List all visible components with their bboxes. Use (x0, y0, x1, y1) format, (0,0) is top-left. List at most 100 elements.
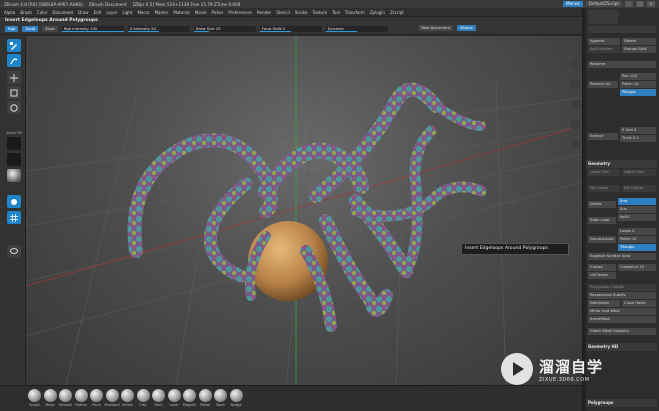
brush-icon[interactable] (74, 389, 88, 402)
subtool-slot[interactable] (588, 26, 656, 33)
delete-button[interactable]: Delete (622, 38, 656, 45)
menu-item[interactable]: Color (37, 10, 47, 15)
extract-button[interactable]: Extract (588, 133, 618, 140)
reuv-toggle[interactable]: ReUV (618, 214, 656, 221)
menus-button[interactable]: Menus (562, 1, 583, 7)
check-mesh-button[interactable]: Check Mesh Integrity (588, 328, 656, 335)
move-icon[interactable] (7, 71, 21, 84)
menu-item[interactable]: Macro (137, 10, 149, 15)
equalize-surface-button[interactable]: Equalize Surface Area (588, 253, 656, 260)
toolbar-slider[interactable]: Draw Size 25 (193, 25, 256, 32)
minimize-icon[interactable]: – (625, 1, 633, 7)
toolbar-toggle[interactable]: Zsub (42, 25, 58, 32)
higher-res-button[interactable]: Higher Res (622, 169, 656, 176)
material-thumbnail[interactable] (7, 169, 21, 182)
mirror-weld-button[interactable]: Mirror And Weld (588, 308, 656, 315)
alpha-thumbnail[interactable] (7, 137, 21, 150)
append-button[interactable]: Append (588, 38, 620, 45)
toolbar-slider[interactable]: Rgb Intensity 100 (61, 25, 124, 32)
scale-view-icon[interactable] (571, 120, 580, 129)
brush-icon[interactable] (28, 389, 41, 402)
brush-icon[interactable] (214, 389, 227, 402)
brush-icon[interactable] (183, 389, 196, 402)
close-icon[interactable]: × (647, 1, 655, 7)
polygrp-toggle[interactable]: Polygrp (620, 89, 656, 96)
menu-item[interactable]: Transform (345, 10, 365, 15)
suv-toggle[interactable]: Suv (618, 206, 656, 213)
scale-icon[interactable] (7, 86, 21, 99)
menu-item[interactable]: Zscript (390, 10, 404, 15)
brush-icon[interactable] (121, 389, 134, 402)
polish-slider[interactable]: Polish 10 (620, 81, 656, 88)
menu-item[interactable]: Light (122, 10, 132, 15)
toolbar-action-button[interactable]: New Document (418, 25, 454, 31)
crease-button[interactable]: Crease (588, 264, 616, 271)
menu-item[interactable]: Marker (155, 10, 169, 15)
menu-item[interactable]: Stroke (295, 10, 308, 15)
toolbar-toggle[interactable]: Zadd (22, 25, 39, 32)
reconstruct-subdiv-button[interactable]: Reconstruct Subdiv (588, 292, 656, 299)
edit-icon[interactable] (7, 39, 21, 52)
toolbar-slider[interactable]: Dynamic (325, 25, 388, 32)
uncrease-button[interactable]: UnCrease (588, 272, 616, 279)
menu-item[interactable]: Edit (94, 10, 102, 15)
menu-item[interactable]: Draw (78, 10, 88, 15)
subtool-thumbnail[interactable] (588, 10, 618, 24)
del-lower-button[interactable]: Del Lower (588, 185, 620, 192)
brush-icon[interactable] (43, 389, 57, 402)
close-holes-button[interactable]: Close Holes (622, 300, 656, 307)
menu-item[interactable]: Material (173, 10, 189, 15)
thick-slider[interactable]: Thick 0.1 (620, 135, 656, 142)
crease-level-slider[interactable]: CreaseLvl 15 (618, 264, 656, 271)
toolbar-slider[interactable]: Focal Shift 0 (259, 25, 322, 32)
menu-item[interactable]: Alpha (4, 10, 15, 15)
grid-icon[interactable] (7, 211, 21, 224)
actual-size-icon[interactable] (571, 80, 580, 89)
toolbar-toggle[interactable]: Rgb (5, 25, 19, 32)
groups-split-button[interactable]: Groups Split (622, 46, 656, 53)
loops-slider[interactable]: Loops 4 (618, 228, 656, 235)
brush-icon[interactable] (136, 389, 150, 402)
menu-item[interactable]: Movie (195, 10, 207, 15)
move-view-icon[interactable] (571, 100, 580, 109)
menu-item[interactable]: Render (257, 10, 271, 15)
lower-res-button[interactable]: Lower Res (588, 169, 620, 176)
brush-icon[interactable] (59, 389, 72, 402)
polygroups-subdiv-button[interactable]: Polygroups Subdiv (588, 284, 656, 291)
texture-thumbnail[interactable] (7, 153, 21, 166)
rotate-icon[interactable] (7, 101, 21, 114)
brush-icon[interactable] (229, 389, 243, 402)
s-smt-slider[interactable]: S Smt 5 (620, 127, 656, 134)
menu-item[interactable]: Brush (20, 10, 32, 15)
split-hidden-button[interactable]: Split Hidden (588, 46, 620, 53)
menu-item[interactable]: Texture (312, 10, 327, 15)
zoom-icon[interactable] (571, 60, 580, 69)
groups-loops-button[interactable]: GroupsLoops (588, 236, 616, 243)
scene-3d[interactable] (26, 36, 582, 385)
brush-icon[interactable] (105, 389, 119, 402)
brush-icon[interactable] (152, 389, 165, 402)
menu-item[interactable]: Stencil (276, 10, 290, 15)
toolbar-slider[interactable]: Z Intensity 50 (127, 25, 190, 32)
toolbar-action-button[interactable]: Wsave (457, 25, 476, 31)
color-swatch-icon[interactable] (7, 195, 21, 208)
rename-button[interactable]: Rename (588, 61, 656, 68)
draw-icon[interactable] (7, 54, 21, 67)
geometry-section-header[interactable]: Geometry (586, 160, 657, 168)
insert-mesh-button[interactable]: InsertMesh (588, 316, 656, 323)
menu-item[interactable]: Tool (332, 10, 340, 15)
polygroups-section-header[interactable]: Polygroups (586, 399, 657, 407)
canvas-viewport[interactable] (26, 36, 582, 385)
res-slider[interactable]: Res 128 (620, 73, 656, 80)
rotate-view-icon[interactable] (571, 140, 580, 149)
smt-toggle[interactable]: Smt (618, 198, 656, 205)
menu-item[interactable]: Zplugin (370, 10, 385, 15)
lasso-icon[interactable] (7, 245, 21, 258)
menu-item[interactable]: Picker (211, 10, 223, 15)
del-higher-button[interactable]: Del Higher (622, 185, 656, 192)
menu-item[interactable]: Layer (106, 10, 117, 15)
brush-icon[interactable] (90, 389, 103, 402)
remesh-all-button[interactable]: Remesh All (588, 81, 618, 88)
maximize-icon[interactable]: □ (636, 1, 644, 7)
menu-item[interactable]: Preferences (228, 10, 252, 15)
